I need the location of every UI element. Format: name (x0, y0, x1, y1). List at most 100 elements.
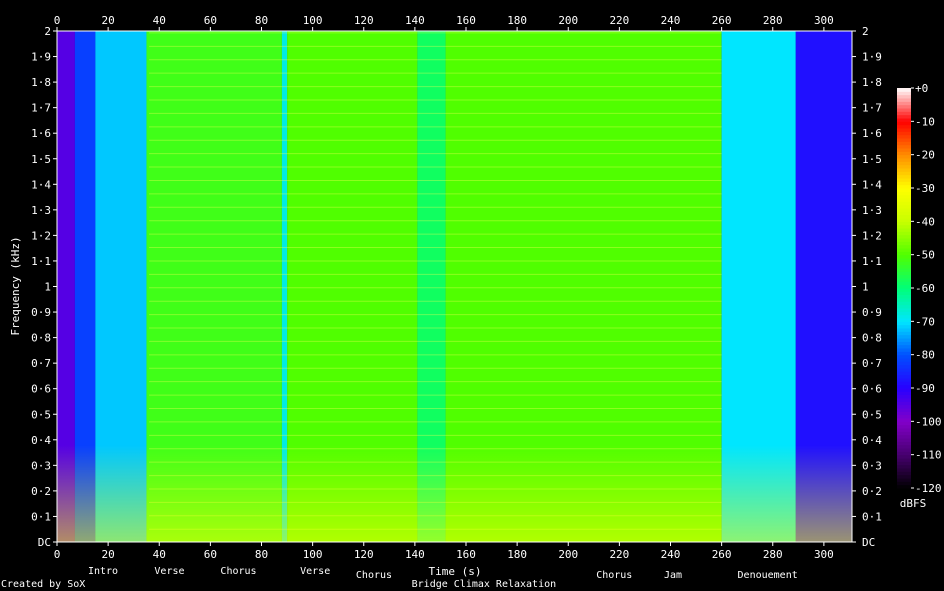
colorbar-cell (897, 484, 911, 489)
colorbar-cell (897, 108, 911, 112)
colorbar-cell (897, 148, 911, 152)
colorbar-cell (897, 294, 911, 299)
colorbar-cell (897, 331, 911, 336)
y-tick-right-label: 1·7 (862, 102, 882, 115)
colorbar-cell (897, 394, 911, 399)
colorbar-cell (897, 384, 911, 389)
colorbar-cell (897, 431, 911, 436)
y-tick-left-label: 1·9 (31, 51, 51, 64)
y-tick-right-label: DC (862, 536, 875, 549)
colorbar-cell (897, 234, 911, 239)
y-tick-right-label: 1·3 (862, 204, 882, 217)
section-label: Chorus (220, 566, 256, 577)
colorbar-cell (897, 251, 911, 256)
x-tick-top-label: 0 (54, 14, 61, 27)
colorbar-cell (897, 381, 911, 386)
y-tick-left-label: 0·6 (31, 383, 51, 396)
x-tick-top-label: 60 (204, 14, 217, 27)
x-tick-top-label: 40 (153, 14, 166, 27)
colorbar-cell (897, 204, 911, 209)
colorbar-cell (897, 371, 911, 376)
colorbar-tick-label: -10 (915, 115, 935, 128)
x-tick-top-label: 160 (456, 14, 476, 27)
x-tick-bottom-label: 100 (303, 548, 323, 561)
x-tick-bottom-label: 200 (558, 548, 578, 561)
colorbar-cell (897, 244, 911, 249)
colorbar-cell (897, 174, 911, 179)
colorbar-cell (897, 164, 911, 169)
colorbar-cell (897, 328, 911, 332)
colorbar-cell (897, 208, 911, 212)
y-tick-right-label: 0·6 (862, 383, 882, 396)
colorbar-cell (897, 398, 911, 402)
colorbar-cell (897, 241, 911, 246)
x-tick-bottom-label: 160 (456, 548, 476, 561)
colorbar-cell (897, 441, 911, 446)
y-tick-right-label: 1·4 (862, 178, 882, 191)
colorbar-cell (897, 391, 911, 396)
colorbar-cell (897, 198, 911, 202)
colorbar-cell (897, 131, 911, 136)
colorbar-cell (897, 168, 911, 172)
colorbar-cell (897, 201, 911, 206)
x-tick-top-label: 220 (609, 14, 629, 27)
colorbar-cell (897, 288, 911, 292)
colorbar-cell (897, 178, 911, 182)
section-label: Bridge Climax Relaxation (412, 579, 557, 590)
colorbar-cell (897, 128, 911, 132)
x-tick-top-label: 120 (354, 14, 374, 27)
colorbar-cell (897, 254, 911, 259)
y-tick-right-label: 0·4 (862, 434, 882, 447)
y-tick-right-label: 0·8 (862, 332, 882, 345)
colorbar-cell (897, 214, 911, 219)
colorbar-cell (897, 388, 911, 392)
x-tick-bottom-label: 40 (153, 548, 166, 561)
y-tick-left-label: 0·4 (31, 434, 51, 447)
y-tick-left-label: 0·7 (31, 357, 51, 370)
section-label: Denouement (738, 570, 798, 581)
section-label: Chorus (356, 570, 392, 581)
y-tick-right-label: 1·8 (862, 76, 882, 89)
colorbar-cell (897, 341, 911, 346)
colorbar-tick-label: -50 (915, 249, 935, 262)
x-axis-label: Time (s) (429, 565, 482, 578)
colorbar-cell (897, 161, 911, 166)
colorbar-cell (897, 308, 911, 312)
x-tick-bottom-label: 180 (507, 548, 527, 561)
colorbar-cell (897, 458, 911, 462)
colorbar-cell (897, 454, 911, 459)
colorbar-cell (897, 248, 911, 252)
y-tick-right-label: 1·2 (862, 229, 882, 242)
colorbar-cell (897, 238, 911, 242)
colorbar-cell (897, 411, 911, 416)
colorbar-cell (897, 224, 911, 229)
colorbar-cell (897, 194, 911, 199)
y-tick-left-label: 1·8 (31, 76, 51, 89)
y-axis-label: Frequency (kHz) (9, 236, 22, 335)
colorbar-cell (897, 361, 911, 366)
y-tick-right-label: 0·2 (862, 485, 882, 498)
colorbar-cell (897, 444, 911, 449)
colorbar-tick-label: -40 (915, 215, 935, 228)
y-tick-left-label: 0·9 (31, 306, 51, 319)
x-tick-top-label: 280 (763, 14, 783, 27)
colorbar-tick-label: -70 (915, 315, 935, 328)
x-tick-top-label: 80 (255, 14, 268, 27)
colorbar-cell (897, 428, 911, 432)
colorbar-cell (897, 464, 911, 469)
colorbar-cell (897, 321, 911, 326)
colorbar-cell (897, 184, 911, 189)
colorbar-tick-label: -110 (915, 449, 942, 462)
colorbar-tick-label: -90 (915, 382, 935, 395)
colorbar-tick-label: -20 (915, 149, 935, 162)
colorbar-cell (897, 284, 911, 289)
colorbar-cell (897, 351, 911, 356)
y-tick-right-label: 1·9 (862, 51, 882, 64)
x-tick-top-label: 20 (102, 14, 115, 27)
y-tick-left-label: DC (38, 536, 51, 549)
colorbar-cell (897, 124, 911, 129)
colorbar-cell (897, 154, 911, 159)
section-label: Jam (664, 570, 682, 581)
colorbar-cell (897, 228, 911, 232)
colorbar-cell (897, 291, 911, 296)
